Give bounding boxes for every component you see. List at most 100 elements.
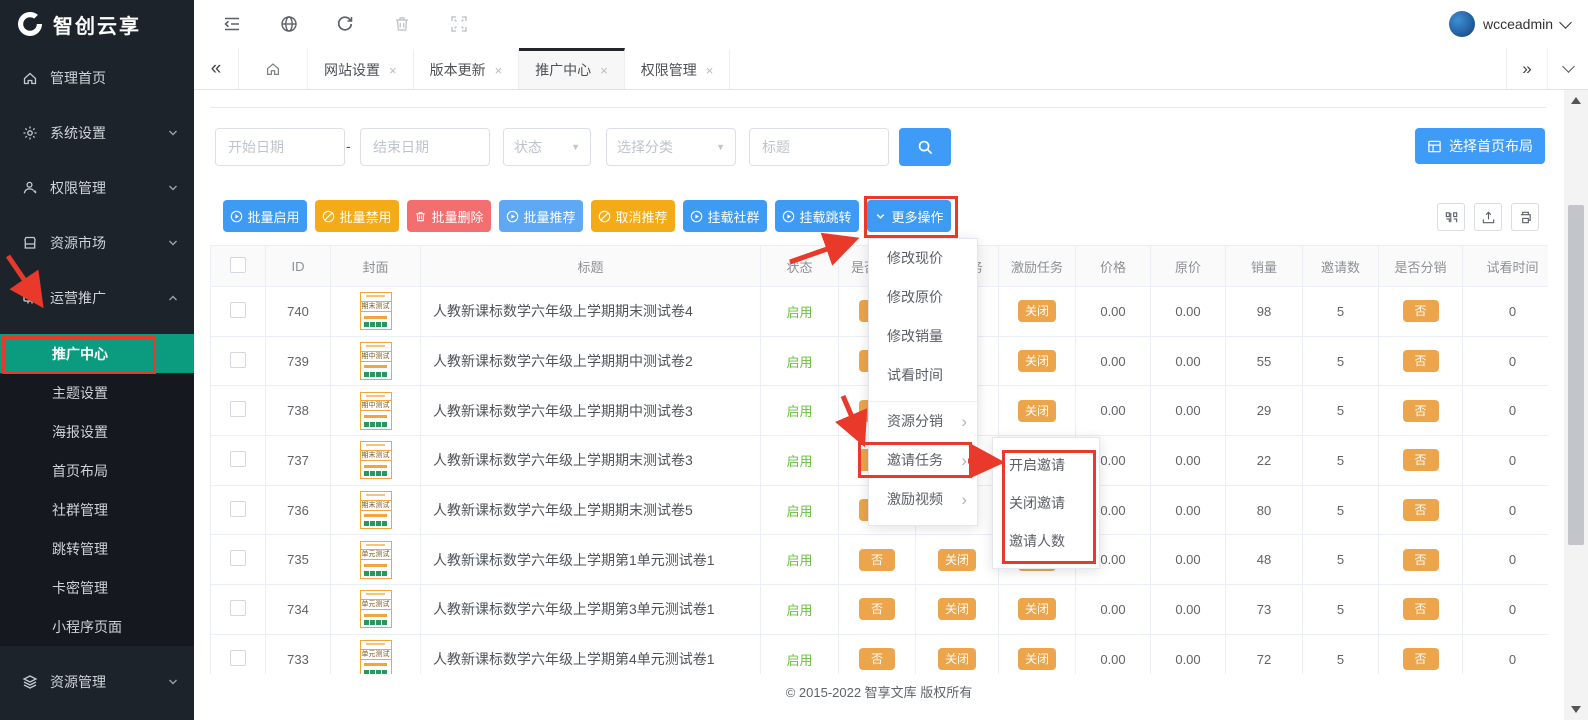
cover-thumbnail[interactable]: 单元测试 xyxy=(359,590,392,629)
menu-item[interactable]: 修改原价 xyxy=(869,278,977,317)
cover-thumbnail[interactable]: 单元测试 xyxy=(359,540,392,579)
batch-action-button[interactable]: 挂载跳转 xyxy=(775,200,859,232)
submenu-item[interactable]: 关闭邀请 xyxy=(993,484,1099,522)
batch-action-button[interactable]: 批量启用 xyxy=(223,200,307,232)
batch-action-button[interactable]: 取消推荐 xyxy=(591,200,675,232)
menu-item[interactable]: 修改现价 xyxy=(869,239,977,278)
invite-task-badge[interactable]: 关闭 xyxy=(937,598,976,621)
sidebar-subitem[interactable]: 卡密管理 xyxy=(0,568,194,607)
sidebar-subitem[interactable]: 海报设置 xyxy=(0,412,194,451)
recommend-badge[interactable]: 否 xyxy=(859,598,895,621)
distribute-badge[interactable]: 否 xyxy=(1402,598,1439,621)
select-all-checkbox[interactable] xyxy=(230,256,246,273)
scrollbar-thumb[interactable] xyxy=(1568,205,1584,545)
tabs-menu-button[interactable] xyxy=(1547,48,1588,89)
scroll-down-arrow[interactable] xyxy=(1571,706,1581,713)
tab[interactable]: 推广中心 × xyxy=(519,48,625,89)
incentive-task-badge[interactable]: 关闭 xyxy=(1017,300,1056,323)
row-checkbox[interactable] xyxy=(230,649,246,666)
menu-item[interactable]: 激励视频 xyxy=(869,480,977,519)
invite-task-badge[interactable]: 关闭 xyxy=(937,548,976,571)
menu-item[interactable]: 试看时间 xyxy=(869,356,977,395)
status-select[interactable]: 状态 ▼ xyxy=(503,128,591,166)
distribute-badge[interactable]: 否 xyxy=(1402,499,1439,522)
sidebar-subitem[interactable]: 小程序页面 xyxy=(0,607,194,646)
tab[interactable]: 网站设置 × xyxy=(308,48,414,89)
print-button[interactable] xyxy=(1511,203,1539,231)
sidebar-item-resource-management[interactable]: 资源管理 xyxy=(0,660,194,704)
fullscreen-icon[interactable] xyxy=(449,14,469,34)
tabs-collapse-button[interactable]: « xyxy=(194,48,239,89)
menu-item[interactable]: 资源分销 xyxy=(869,401,977,441)
distribute-badge[interactable]: 否 xyxy=(1402,548,1439,571)
batch-action-button[interactable]: 更多操作 xyxy=(867,200,951,232)
row-checkbox[interactable] xyxy=(230,301,246,318)
search-button[interactable] xyxy=(899,128,951,166)
distribute-badge[interactable]: 否 xyxy=(1402,300,1439,323)
scroll-up-arrow[interactable] xyxy=(1571,97,1581,104)
sidebar-item-permissions[interactable]: 权限管理 xyxy=(0,166,194,210)
collapse-menu-icon[interactable] xyxy=(222,14,242,34)
tab-close-icon[interactable]: × xyxy=(389,63,397,78)
distribute-badge[interactable]: 否 xyxy=(1402,648,1439,671)
batch-action-button[interactable]: 批量推荐 xyxy=(499,200,583,232)
column-settings-button[interactable] xyxy=(1437,203,1465,231)
distribute-badge[interactable]: 否 xyxy=(1402,399,1439,422)
invite-task-badge[interactable]: 关闭 xyxy=(937,648,976,671)
tab[interactable]: 权限管理 × xyxy=(625,48,731,89)
row-checkbox[interactable] xyxy=(230,599,246,616)
sidebar-subitem[interactable]: 推广中心 xyxy=(0,334,194,373)
batch-action-button[interactable]: 批量禁用 xyxy=(315,200,399,232)
sidebar-subitem[interactable]: 跳转管理 xyxy=(0,529,194,568)
choose-home-layout-button[interactable]: 选择首页布局 xyxy=(1415,128,1545,164)
end-date-input[interactable] xyxy=(360,128,490,166)
tab-home[interactable] xyxy=(239,48,308,89)
incentive-task-badge[interactable]: 关闭 xyxy=(1017,598,1056,621)
start-date-input[interactable] xyxy=(215,128,345,166)
batch-action-button[interactable]: 批量删除 xyxy=(407,200,491,232)
cover-thumbnail[interactable]: 单元测试 xyxy=(359,640,392,674)
cover-thumbnail[interactable]: 期末测试 xyxy=(359,491,392,530)
row-checkbox[interactable] xyxy=(230,500,246,517)
row-checkbox[interactable] xyxy=(230,351,246,368)
recommend-badge[interactable]: 否 xyxy=(859,648,895,671)
tab-close-icon[interactable]: × xyxy=(495,63,503,78)
globe-icon[interactable] xyxy=(279,14,299,34)
incentive-task-badge[interactable]: 关闭 xyxy=(1017,648,1056,671)
menu-item[interactable]: 修改销量 xyxy=(869,317,977,356)
cover-thumbnail[interactable]: 期末测试 xyxy=(359,441,392,480)
cover-thumbnail[interactable]: 期末测试 xyxy=(359,292,392,331)
menu-item[interactable]: 邀请任务 xyxy=(869,441,977,480)
row-checkbox[interactable] xyxy=(230,401,246,418)
sidebar-subitem[interactable]: 社群管理 xyxy=(0,490,194,529)
sidebar-item-resource-market[interactable]: 资源市场 xyxy=(0,221,194,265)
row-checkbox[interactable] xyxy=(230,550,246,567)
sidebar-subitem[interactable]: 首页布局 xyxy=(0,451,194,490)
row-checkbox[interactable] xyxy=(230,450,246,467)
trash-icon[interactable] xyxy=(392,14,412,34)
tabs-scroll-right-button[interactable]: » xyxy=(1506,48,1547,89)
user-menu[interactable]: wcceadmin xyxy=(1448,0,1572,48)
sidebar-item-operations[interactable]: 运营推广 xyxy=(0,276,194,320)
sidebar-item-home[interactable]: 管理首页 xyxy=(0,56,194,100)
distribute-badge[interactable]: 否 xyxy=(1402,449,1439,472)
batch-action-button[interactable]: 挂载社群 xyxy=(683,200,767,232)
distribute-badge[interactable]: 否 xyxy=(1402,350,1439,373)
category-select[interactable]: 选择分类 ▼ xyxy=(606,128,736,166)
refresh-icon[interactable] xyxy=(335,14,355,34)
cover-thumbnail[interactable]: 期中测试 xyxy=(359,342,392,381)
tab[interactable]: 版本更新 × xyxy=(414,48,520,89)
incentive-task-badge[interactable]: 关闭 xyxy=(1017,350,1056,373)
title-input[interactable] xyxy=(749,128,889,166)
recommend-badge[interactable]: 否 xyxy=(859,548,895,571)
incentive-task-badge[interactable]: 关闭 xyxy=(1017,399,1056,422)
tab-close-icon[interactable]: × xyxy=(600,63,608,78)
sidebar-subitem[interactable]: 主题设置 xyxy=(0,373,194,412)
vertical-scrollbar[interactable] xyxy=(1564,90,1588,720)
sidebar-item-system-settings[interactable]: 系统设置 xyxy=(0,111,194,155)
export-button[interactable] xyxy=(1474,203,1502,231)
submenu-item[interactable]: 开启邀请 xyxy=(993,446,1099,484)
cover-thumbnail[interactable]: 期中测试 xyxy=(359,391,392,430)
tab-close-icon[interactable]: × xyxy=(706,63,714,78)
submenu-item[interactable]: 邀请人数 xyxy=(993,522,1099,560)
